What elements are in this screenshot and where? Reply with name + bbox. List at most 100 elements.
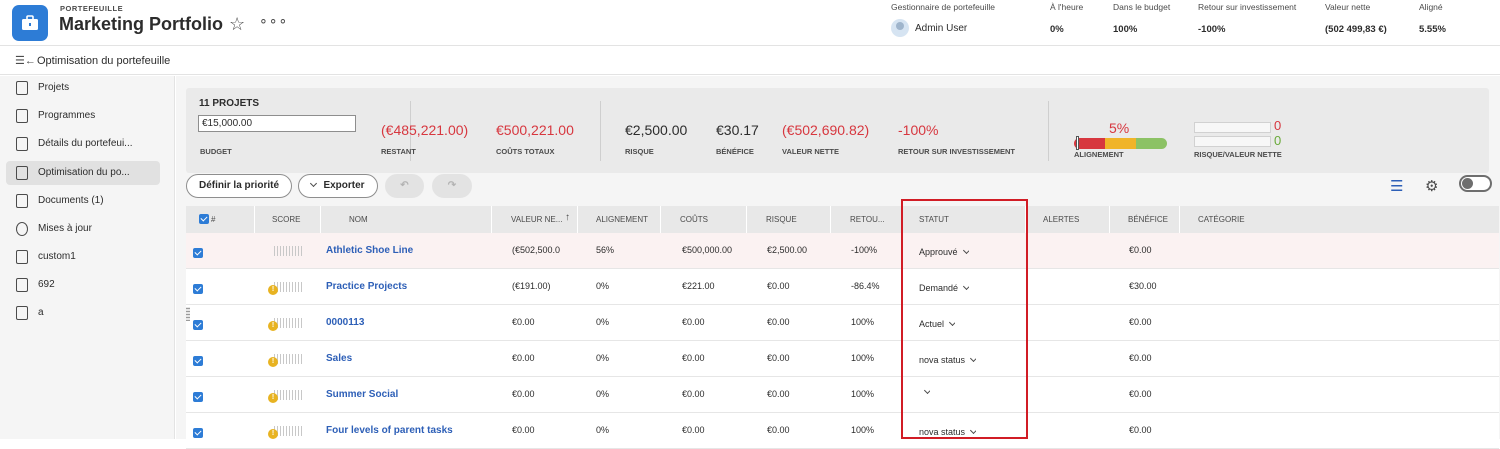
row-checkbox[interactable] bbox=[193, 428, 203, 438]
status-value: nova status bbox=[919, 427, 966, 437]
risk-label: RISQUE bbox=[625, 147, 654, 156]
column-header-benefit[interactable]: BÉNÉFICE bbox=[1128, 215, 1168, 224]
row-checkbox[interactable] bbox=[193, 356, 203, 366]
risk-cell: €0.00 bbox=[767, 389, 790, 399]
sidebar-item-documents[interactable]: Documents (1) bbox=[6, 189, 160, 213]
more-options-icon[interactable]: ∘∘∘ bbox=[259, 12, 288, 29]
filter-settings-icon[interactable]: ☰ bbox=[1390, 177, 1403, 195]
table-row[interactable]: ! Sales €0.00 0% €0.00 €0.00 100% nova s… bbox=[186, 341, 1499, 377]
table-row[interactable]: Athletic Shoe Line (€502,500.0 56% €500,… bbox=[186, 233, 1499, 269]
status-dropdown[interactable]: Actuel bbox=[919, 319, 956, 329]
alignment-cell: 0% bbox=[596, 425, 610, 435]
column-divider bbox=[1179, 206, 1180, 233]
star-icon[interactable]: ☆ bbox=[229, 14, 245, 35]
status-dropdown[interactable]: nova status bbox=[919, 427, 977, 437]
select-all-checkbox[interactable] bbox=[199, 214, 209, 224]
table-row[interactable]: ! Four levels of parent tasks €0.00 0% €… bbox=[186, 413, 1499, 449]
column-header-costs[interactable]: COÛTS bbox=[680, 215, 708, 224]
risk-net-value-bottom: 0 bbox=[1274, 133, 1282, 148]
sidebar-item-updates[interactable]: Mises à jour bbox=[6, 217, 160, 241]
table-row[interactable]: ! 0000113 €0.00 0% €0.00 €0.00 100% Actu… bbox=[186, 305, 1499, 341]
row-checkbox[interactable] bbox=[193, 284, 203, 294]
score-bar bbox=[274, 390, 304, 400]
column-header-alerts[interactable]: ALERTES bbox=[1043, 215, 1079, 224]
manager-name[interactable]: Admin User bbox=[915, 23, 967, 34]
column-header-roi[interactable]: RETOU... bbox=[850, 215, 885, 224]
row-checkbox[interactable] bbox=[193, 392, 203, 402]
risk-cell: €0.00 bbox=[767, 317, 790, 327]
undo-button[interactable]: ↶ bbox=[385, 174, 424, 198]
stat-label-net-value: Valeur nette bbox=[1325, 2, 1371, 12]
sidebar-item-portfolio-details[interactable]: Détails du portefeui... bbox=[6, 132, 160, 156]
net-value-cell: €0.00 bbox=[512, 425, 535, 435]
sidebar-item-projects[interactable]: Projets bbox=[6, 76, 160, 100]
sort-up-icon[interactable]: ↑ bbox=[565, 212, 570, 223]
project-name-link[interactable]: Four levels of parent tasks bbox=[326, 425, 453, 436]
sidebar-item-a[interactable]: a bbox=[6, 301, 160, 325]
net-value-value: (€502,690.82) bbox=[782, 122, 870, 138]
chevron-down-icon bbox=[923, 387, 930, 395]
export-label: Exporter bbox=[323, 180, 365, 191]
roi-value: -100% bbox=[898, 122, 939, 138]
status-dropdown[interactable]: nova status bbox=[919, 355, 977, 365]
alignment-cell: 0% bbox=[596, 389, 610, 399]
column-header-risk[interactable]: RISQUE bbox=[766, 215, 797, 224]
drag-handle-icon[interactable] bbox=[186, 307, 190, 321]
project-name-link[interactable]: Practice Projects bbox=[326, 281, 407, 292]
view-toggle[interactable] bbox=[1459, 175, 1492, 192]
roi-cell: 100% bbox=[851, 353, 875, 363]
column-header-status[interactable]: STATUT bbox=[919, 215, 949, 224]
column-divider bbox=[577, 206, 578, 233]
status-dropdown[interactable]: Demandé bbox=[919, 283, 970, 293]
status-dropdown[interactable]: Approuvé bbox=[919, 247, 969, 257]
document-icon bbox=[16, 137, 28, 151]
table-row[interactable]: ! Practice Projects (€191.00) 0% €221.00… bbox=[186, 269, 1499, 305]
net-value-cell: (€502,500.0 bbox=[512, 245, 561, 255]
prioritize-button[interactable]: Définir la priorité bbox=[186, 174, 292, 198]
row-checkbox[interactable] bbox=[193, 320, 203, 330]
stat-label-on-time: À l'heure bbox=[1050, 2, 1084, 12]
projects-count: 11 PROJETS bbox=[199, 98, 260, 109]
net-value-cell: €0.00 bbox=[512, 317, 535, 327]
column-header-category[interactable]: CATÉGORIE bbox=[1198, 215, 1245, 224]
status-dropdown[interactable] bbox=[919, 387, 930, 397]
project-name-link[interactable]: Summer Social bbox=[326, 389, 398, 400]
row-checkbox[interactable] bbox=[193, 248, 203, 258]
column-header-score[interactable]: SCORE bbox=[272, 215, 300, 224]
document-icon bbox=[16, 194, 28, 208]
sidebar-item-programs[interactable]: Programmes bbox=[6, 104, 160, 128]
budget-input[interactable] bbox=[198, 115, 356, 132]
status-value: Actuel bbox=[919, 319, 945, 329]
column-header-alignment[interactable]: ALIGNEMENT bbox=[596, 215, 648, 224]
risk-cell: €0.00 bbox=[767, 425, 790, 435]
project-name-link[interactable]: 0000113 bbox=[326, 317, 364, 328]
alignment-cell: 56% bbox=[596, 245, 615, 255]
collapse-panel-icon[interactable]: ☰← bbox=[15, 54, 36, 67]
project-name-link[interactable]: Athletic Shoe Line bbox=[326, 245, 413, 256]
chevron-down-icon bbox=[962, 283, 970, 291]
redo-button[interactable]: ↷ bbox=[432, 174, 472, 198]
benefit-cell: €0.00 bbox=[1129, 353, 1152, 363]
sidebar-item-optimization[interactable]: Optimisation du po... bbox=[6, 161, 160, 185]
benefit-cell: €0.00 bbox=[1129, 317, 1152, 327]
net-value-cell: €0.00 bbox=[512, 389, 535, 399]
project-name-link[interactable]: Sales bbox=[326, 353, 352, 364]
table-row[interactable]: ! Summer Social €0.00 0% €0.00 €0.00 100… bbox=[186, 377, 1499, 413]
sidebar-item-custom1[interactable]: custom1 bbox=[6, 245, 160, 269]
risk-cell: €2,500.00 bbox=[767, 245, 808, 255]
column-divider bbox=[491, 206, 492, 233]
breadcrumb-label: Optimisation du portefeuille bbox=[37, 55, 171, 67]
sidebar-item-692[interactable]: 692 bbox=[6, 273, 160, 297]
document-icon bbox=[16, 109, 28, 123]
costs-cell: €0.00 bbox=[682, 425, 705, 435]
column-header-net-value[interactable]: VALEUR NE... bbox=[511, 215, 562, 224]
gear-icon[interactable]: ⚙ bbox=[1425, 177, 1438, 195]
remaining-label: RESTANT bbox=[381, 147, 416, 156]
costs-cell: €221.00 bbox=[682, 281, 715, 291]
export-button[interactable]: Exporter bbox=[298, 174, 378, 198]
roi-label: RETOUR SUR INVESTISSEMENT bbox=[898, 147, 1015, 156]
column-divider bbox=[660, 206, 661, 233]
score-bar bbox=[274, 426, 304, 436]
stat-value-roi: -100% bbox=[1198, 24, 1226, 35]
column-header-name[interactable]: NOM bbox=[349, 215, 368, 224]
